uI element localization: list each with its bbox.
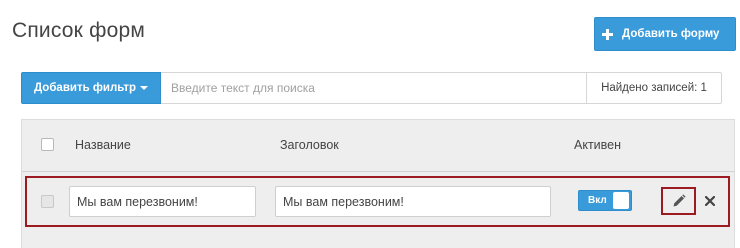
column-header-name: Название — [75, 138, 131, 152]
caret-down-icon — [140, 86, 149, 90]
pencil-icon — [673, 194, 686, 207]
page-title: Список форм — [12, 19, 145, 42]
plus-icon — [602, 28, 613, 40]
table-header: Название Заголовок Активен — [22, 120, 734, 172]
add-form-button-label: Добавить форму — [622, 28, 720, 40]
close-icon — [705, 196, 715, 206]
active-toggle-label: Вкл — [588, 195, 607, 206]
add-filter-button-label: Добавить фильтр — [33, 82, 137, 94]
delete-button[interactable] — [701, 191, 719, 211]
form-name-input[interactable] — [69, 186, 256, 217]
add-form-button[interactable]: Добавить форму — [594, 17, 736, 51]
row-checkbox[interactable] — [41, 195, 54, 208]
forms-table: Название Заголовок Активен Вкл — [21, 119, 735, 248]
add-filter-button[interactable]: Добавить фильтр — [21, 72, 161, 104]
filter-bar: Добавить фильтр Найдено записей: 1 — [21, 72, 722, 104]
active-toggle[interactable]: Вкл — [578, 190, 632, 211]
toggle-knob — [613, 192, 629, 209]
search-input[interactable] — [161, 73, 586, 103]
table-row: Вкл — [25, 176, 730, 227]
column-header-heading: Заголовок — [280, 138, 339, 152]
records-count: Найдено записей: 1 — [586, 73, 721, 103]
column-header-active: Активен — [574, 138, 622, 152]
form-heading-input[interactable] — [275, 186, 551, 217]
select-all-checkbox[interactable] — [41, 138, 54, 151]
edit-button[interactable] — [661, 187, 696, 215]
